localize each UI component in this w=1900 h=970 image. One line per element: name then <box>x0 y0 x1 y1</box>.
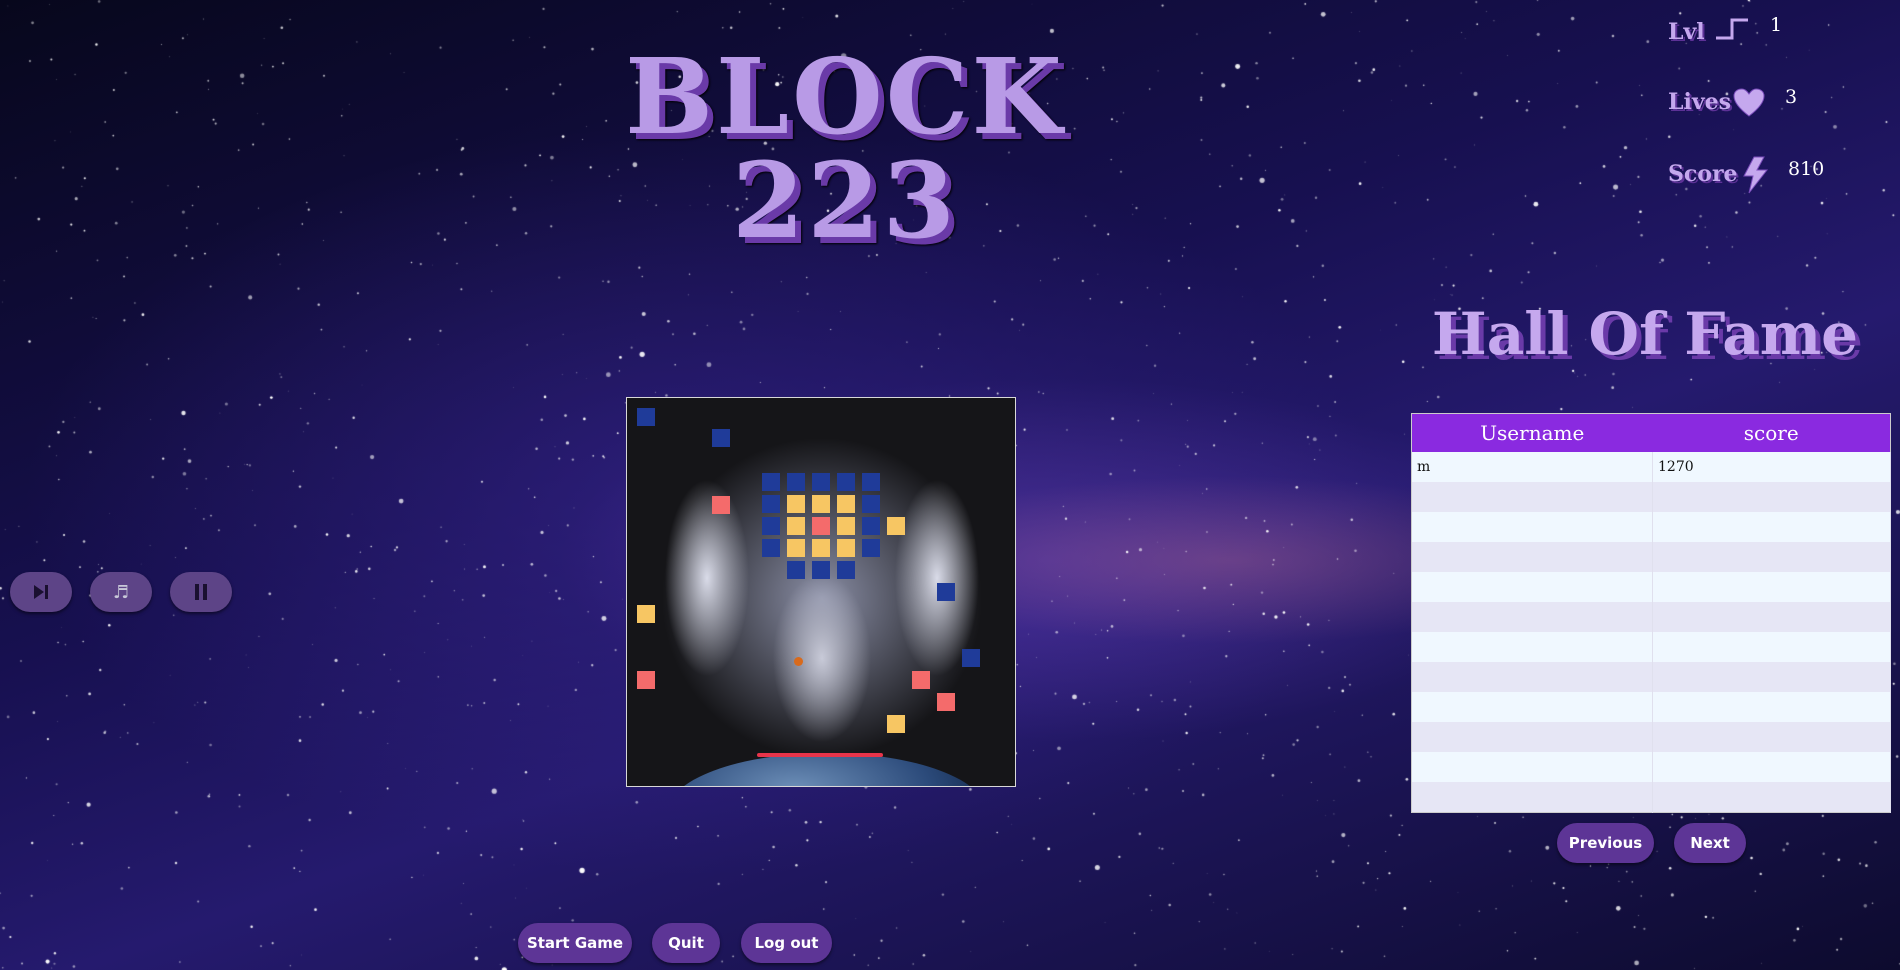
brick <box>812 539 830 557</box>
brick <box>862 495 880 513</box>
score-cell <box>1652 661 1891 692</box>
table-row <box>1411 691 1891 722</box>
quit-button[interactable]: Quit <box>652 923 720 963</box>
brick <box>637 605 655 623</box>
pause-button[interactable] <box>170 572 232 612</box>
username-cell: m <box>1411 452 1653 482</box>
score-cell <box>1652 541 1891 572</box>
table-row <box>1411 511 1891 542</box>
next-button[interactable]: Next <box>1674 823 1746 863</box>
brick <box>812 517 830 535</box>
table-row <box>1411 721 1891 752</box>
table-row <box>1411 571 1891 602</box>
lives-label: Lives <box>1668 89 1731 115</box>
username-cell <box>1411 781 1653 813</box>
score-cell <box>1652 781 1891 813</box>
brick <box>887 517 905 535</box>
level-label: Lvl <box>1668 19 1705 45</box>
score-cell <box>1652 481 1891 512</box>
brick <box>812 473 830 491</box>
brick <box>862 517 880 535</box>
logout-button[interactable]: Log out <box>741 923 832 963</box>
score-label: Score <box>1668 161 1738 187</box>
brick <box>787 539 805 557</box>
table-row <box>1411 781 1891 813</box>
brick <box>812 495 830 513</box>
score-cell <box>1652 751 1891 782</box>
brick <box>712 496 730 514</box>
username-cell <box>1411 601 1653 632</box>
music-note-icon: ♬ <box>112 581 130 603</box>
brick <box>787 517 805 535</box>
table-row: m 1270 <box>1411 452 1891 482</box>
score-cell <box>1652 511 1891 542</box>
brick <box>837 561 855 579</box>
brick <box>837 517 855 535</box>
start-game-button[interactable]: Start Game <box>518 923 632 963</box>
brick <box>887 715 905 733</box>
brick <box>812 561 830 579</box>
brick <box>937 583 955 601</box>
brick <box>762 539 780 557</box>
score-cell <box>1652 691 1891 722</box>
pause-icon <box>195 584 207 600</box>
score-cell <box>1652 721 1891 752</box>
brick <box>912 671 930 689</box>
username-cell <box>1411 751 1653 782</box>
username-cell <box>1411 511 1653 542</box>
username-cell <box>1411 631 1653 662</box>
table-row <box>1411 661 1891 692</box>
brick <box>837 473 855 491</box>
brick <box>862 539 880 557</box>
game-board[interactable] <box>626 397 1016 787</box>
score-cell <box>1652 601 1891 632</box>
heart-icon <box>1733 88 1765 117</box>
score-column-header: score <box>1652 413 1891 452</box>
paddle[interactable] <box>757 753 883 757</box>
brick <box>637 671 655 689</box>
hall-of-fame-table: Username score m 1270 <box>1411 413 1891 813</box>
username-cell <box>1411 661 1653 692</box>
game-title: BLOCK 223 <box>625 35 1065 262</box>
previous-button[interactable]: Previous <box>1557 823 1654 863</box>
score-cell: 1270 <box>1652 452 1891 482</box>
score-value: 810 <box>1788 158 1825 180</box>
brick <box>787 473 805 491</box>
score-cell <box>1652 631 1891 662</box>
table-row <box>1411 751 1891 782</box>
brick <box>962 649 980 667</box>
brick <box>762 517 780 535</box>
table-row <box>1411 631 1891 662</box>
music-toggle-button[interactable]: ♬ <box>90 572 152 612</box>
brick <box>762 473 780 491</box>
level-value: 1 <box>1770 14 1783 36</box>
username-column-header: Username <box>1411 413 1653 452</box>
skip-forward-icon <box>34 585 48 599</box>
hall-of-fame-title: Hall Of Fame <box>1431 300 1859 368</box>
brick <box>787 495 805 513</box>
level-step-icon <box>1716 18 1748 40</box>
skip-track-button[interactable] <box>10 572 72 612</box>
brick <box>937 693 955 711</box>
brick <box>837 495 855 513</box>
brick <box>862 473 880 491</box>
table-row <box>1411 481 1891 512</box>
table-row <box>1411 541 1891 572</box>
score-cell <box>1652 571 1891 602</box>
brick <box>637 408 655 426</box>
lives-value: 3 <box>1785 86 1798 108</box>
brick <box>787 561 805 579</box>
username-cell <box>1411 721 1653 752</box>
brick <box>712 429 730 447</box>
ball <box>794 657 803 666</box>
brick <box>837 539 855 557</box>
username-cell <box>1411 571 1653 602</box>
username-cell <box>1411 541 1653 572</box>
username-cell <box>1411 691 1653 722</box>
brick <box>762 495 780 513</box>
lightning-icon <box>1743 156 1769 194</box>
table-row <box>1411 601 1891 632</box>
earth-image <box>667 753 987 786</box>
username-cell <box>1411 481 1653 512</box>
